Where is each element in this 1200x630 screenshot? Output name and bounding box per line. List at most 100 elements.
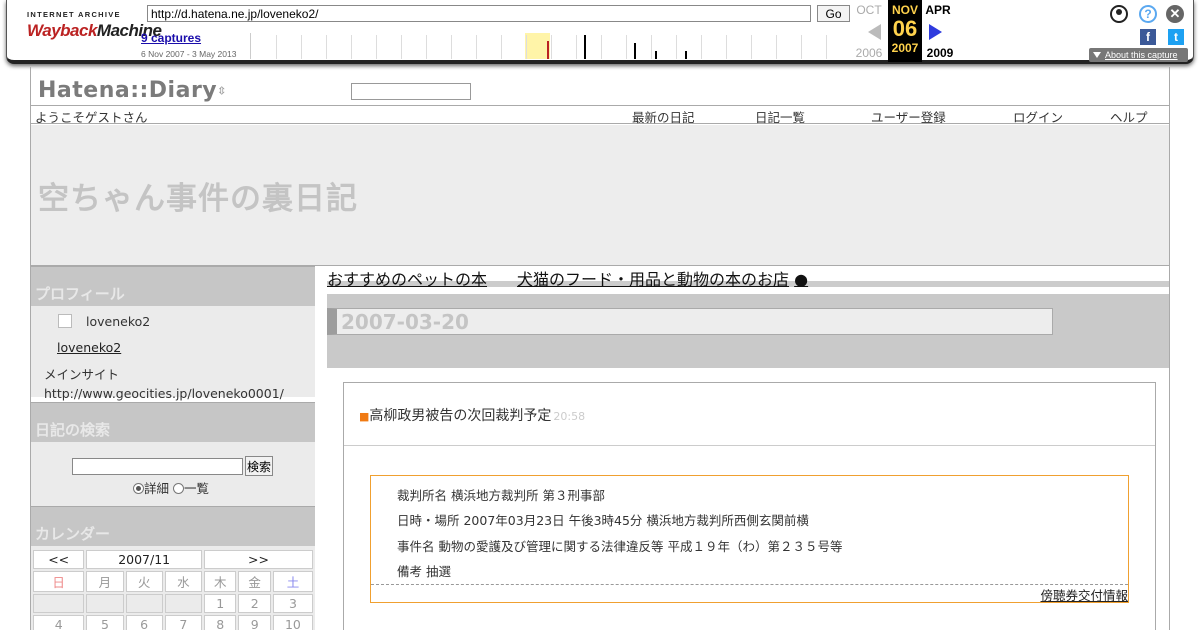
- close-icon[interactable]: ✕: [1166, 5, 1184, 23]
- calendar-month: 2007/11: [86, 550, 202, 569]
- wayback-logo[interactable]: INTERNET ARCHIVE WaybackMachine: [27, 10, 162, 50]
- sparkline-year-tick: [451, 35, 452, 59]
- sparkline-capture-bar: [685, 51, 687, 59]
- radio-list-label: 一覧: [184, 481, 210, 496]
- nav-login[interactable]: ログイン: [1013, 107, 1063, 126]
- sparkline-year-tick: [526, 35, 527, 59]
- trial-court: 裁判所名 横浜地方裁判所 第３刑事部: [397, 488, 605, 503]
- calendar-day: 5: [86, 615, 124, 630]
- wayback-url-input[interactable]: [147, 5, 811, 22]
- sparkline-year-tick: [376, 35, 377, 59]
- calendar-day: 7: [164, 615, 202, 630]
- sparkline-year-tick: [626, 35, 627, 59]
- wayback-toolbar: INTERNET ARCHIVE WaybackMachine Go 9 cap…: [6, 0, 1194, 64]
- profile-image-icon[interactable]: [58, 314, 72, 328]
- sparkline-year-tick: [551, 35, 552, 59]
- calendar-next[interactable]: >>: [203, 550, 313, 569]
- captures-link[interactable]: 9 captures: [141, 31, 201, 45]
- sparkline-year-tick: [751, 35, 752, 59]
- calendar-day: [164, 594, 202, 613]
- main-content: おすすめのペットの本 犬猫のフード・用品と動物の本のお店 ● 2007-03-20…: [327, 266, 1169, 630]
- calendar-day: [86, 594, 124, 613]
- hatena-diary-logo[interactable]: Hatena::Diary⇳: [38, 78, 227, 103]
- wayback-go-button[interactable]: Go: [817, 5, 850, 22]
- nav-help[interactable]: ヘルプ: [1110, 107, 1148, 126]
- calendar-day: [33, 594, 85, 613]
- about-capture-link[interactable]: About this capture: [1089, 48, 1188, 62]
- header-search-input[interactable]: [351, 83, 471, 100]
- next-month[interactable]: APR: [921, 3, 955, 17]
- trial-case: 事件名 動物の愛護及び管理に関する法律違反等 平成１９年（わ）第２３５号等: [397, 539, 843, 554]
- section-divider: [344, 445, 1155, 446]
- header-nav: ようこそゲストさん 最新の日記 日記一覧 ユーザー登録 ログイン ヘルプ: [31, 105, 1169, 126]
- sparkline-year-tick: [676, 35, 677, 59]
- trial-datetime: 日時・場所 2007年03月23日 午後3時45分 横浜地方裁判所西側玄関前横: [397, 513, 809, 528]
- section-title: ■高柳政男被告の次回裁判予定 20:58: [359, 405, 585, 425]
- prev-year[interactable]: 2006: [852, 46, 886, 60]
- current-day: 06: [892, 16, 918, 41]
- next-capture-arrow-icon[interactable]: [929, 24, 942, 40]
- calendar-day: 6: [125, 615, 163, 630]
- weekday: 金: [238, 571, 271, 592]
- profile-link[interactable]: loveneko2: [57, 340, 121, 355]
- current-year: 2007: [891, 41, 919, 55]
- blog-title[interactable]: 空ちゃん事件の裏日記: [38, 173, 358, 218]
- calendar-day: 10: [272, 615, 313, 630]
- calendar-day: 2: [238, 594, 271, 613]
- next-year[interactable]: 2009: [923, 46, 957, 60]
- user-icon[interactable]: [1110, 5, 1128, 23]
- prev-capture-arrow-icon[interactable]: [868, 24, 881, 40]
- diary-search-input[interactable]: [72, 458, 243, 475]
- ticket-info-link[interactable]: 傍聴券交付情報: [1040, 585, 1128, 604]
- diary-search-button[interactable]: 検索: [245, 456, 273, 476]
- ad-link-pet-shop[interactable]: 犬猫のフード・用品と動物の本のお店: [517, 270, 789, 289]
- box-divider: [371, 584, 1128, 585]
- day-date[interactable]: 2007-03-20: [327, 308, 1053, 335]
- calendar-day: 4: [33, 615, 85, 630]
- day-header: 2007-03-20: [327, 294, 1169, 368]
- weekday: 土: [272, 571, 313, 592]
- sparkline-year-tick: [651, 35, 652, 59]
- facebook-icon[interactable]: f: [1140, 29, 1156, 45]
- profile-main-site: メインサイト http://www.geocities.jp/loveneko0…: [44, 367, 284, 401]
- twitter-icon[interactable]: t: [1168, 29, 1184, 45]
- calendar-week: 1 2 3: [33, 594, 313, 613]
- radio-list[interactable]: [173, 483, 184, 494]
- search-heading: 日記の検索: [31, 402, 315, 442]
- ad-link-pet-books[interactable]: おすすめのペットの本: [327, 270, 487, 289]
- search-mode-radios: 詳細 一覧: [133, 478, 209, 497]
- radio-detail[interactable]: [133, 483, 144, 494]
- sparkline-year-tick: [476, 35, 477, 59]
- sparkline-year-tick: [426, 35, 427, 59]
- calendar-week: 4 5 6 7 8 9 10: [33, 615, 313, 630]
- sparkline-year-tick: [326, 35, 327, 59]
- nav-latest-diary[interactable]: 最新の日記: [632, 107, 695, 126]
- trial-notes: 備考 抽選: [397, 564, 451, 579]
- calendar-prev[interactable]: <<: [33, 550, 85, 569]
- sparkline-year-tick: [351, 35, 352, 59]
- sparkline-year-tick: [576, 35, 577, 59]
- welcome-text: ようこそゲストさん: [35, 110, 148, 125]
- capture-sparkline[interactable]: [250, 33, 850, 59]
- calendar-heading: カレンダー: [31, 506, 315, 546]
- profile-username: loveneko2: [86, 314, 151, 329]
- sidebar: プロフィール loveneko2 loveneko2 メインサイト http:/…: [31, 266, 315, 630]
- weekday: 木: [203, 571, 237, 592]
- nav-diary-list[interactable]: 日記一覧: [755, 107, 805, 126]
- ad-dot-link[interactable]: ●: [794, 270, 808, 289]
- profile-section: loveneko2 loveneko2 メインサイト http://www.ge…: [31, 306, 315, 402]
- blog-banner: 空ちゃん事件の裏日記: [31, 125, 1169, 266]
- prev-month[interactable]: OCT: [852, 3, 886, 17]
- section-title-text: 高柳政男被告の次回裁判予定: [369, 408, 552, 424]
- section-time[interactable]: 20:58: [553, 410, 585, 423]
- calendar-day: [125, 594, 163, 613]
- nav-user-register[interactable]: ユーザー登録: [871, 107, 946, 126]
- calendar: << 2007/11 >> 日 月 火 水 木 金 土 1 2 3 4 5 6 …: [31, 546, 315, 630]
- radio-detail-label: 詳細: [144, 481, 170, 496]
- diary-section: ■高柳政男被告の次回裁判予定 20:58 裁判所名 横浜地方裁判所 第３刑事部 日…: [343, 382, 1156, 630]
- weekday: 月: [86, 571, 124, 592]
- sparkline-year-tick: [801, 35, 802, 59]
- section-bullet-icon[interactable]: ■: [359, 410, 369, 423]
- help-icon[interactable]: ?: [1139, 5, 1157, 23]
- calendar-day: 3: [272, 594, 313, 613]
